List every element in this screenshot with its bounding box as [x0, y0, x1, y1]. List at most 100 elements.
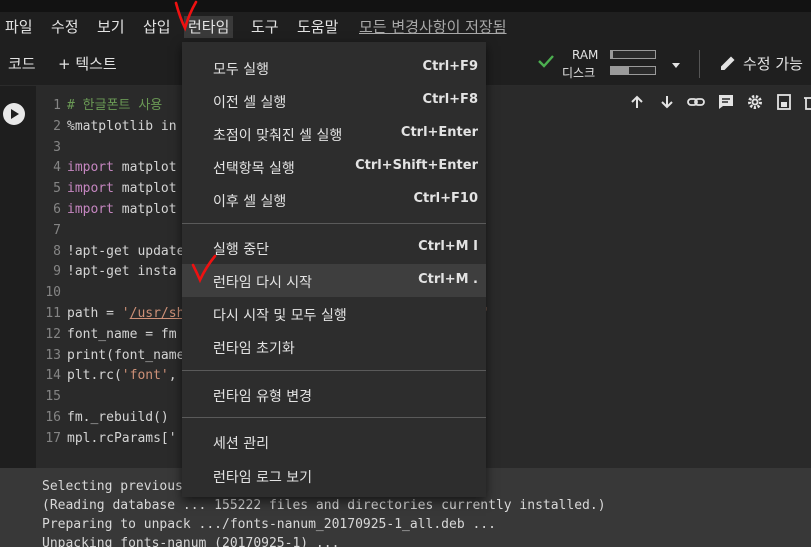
menu-view[interactable]: 보기	[97, 16, 125, 38]
code-token: ,	[168, 368, 177, 384]
code-line: 13 print(font_name	[36, 345, 184, 366]
ram-label: RAM	[572, 48, 599, 62]
runtime-menu-item[interactable]: 런타임 유형 변경	[182, 378, 486, 411]
line-number: 3	[53, 139, 61, 155]
runtime-menu: 모두 실행 Ctrl+F9 이전 셀 실행 Ctrl+F8 초점이 맞춰진 셀 실행 Ct…	[182, 42, 486, 497]
delete-icon[interactable]	[800, 94, 811, 114]
runtime-menu-item[interactable]: 런타임 다시 시작 Ctrl+M .	[182, 264, 486, 297]
line-number: 13	[45, 347, 61, 363]
annotation-check-restart	[191, 254, 217, 284]
gear-icon[interactable]	[746, 94, 764, 114]
menu-separator	[182, 223, 486, 224]
code-line: 17 mpl.rcParams['	[36, 428, 177, 449]
link-icon[interactable]	[687, 94, 705, 114]
menu-insert[interactable]: 삽입	[143, 16, 171, 38]
code-line: 16 fm._rebuild()	[36, 407, 169, 428]
menu-item-shortcut: Ctrl+M I	[418, 239, 478, 254]
line-number: 10	[45, 285, 61, 301]
arrow-up-icon[interactable]	[628, 94, 646, 114]
output-line: Unpacking fonts-nanum (20170925-1) ...	[42, 536, 340, 547]
arrow-down-icon[interactable]	[658, 94, 676, 114]
code-token: mpl.rcParams['	[67, 430, 177, 446]
line-number: 15	[45, 389, 61, 405]
code-token: import	[67, 160, 114, 176]
code-token: import	[67, 181, 114, 197]
line-number: 6	[53, 202, 61, 217]
code-line: 6 import matplot	[36, 199, 177, 220]
connected-check-icon	[536, 51, 556, 75]
comment-icon[interactable]	[717, 94, 735, 114]
code-line: 15	[36, 386, 67, 407]
line-number: 9	[53, 264, 61, 280]
code-token: matplot	[113, 202, 177, 217]
menu-item-label: 모두 실행	[213, 62, 269, 78]
top-strip	[0, 0, 811, 12]
line-number: 4	[53, 160, 61, 176]
menu-file[interactable]: 파일	[5, 16, 33, 38]
code-line: 5 import matplot	[36, 178, 176, 199]
line-number: 11	[45, 306, 61, 321]
runtime-menu-item[interactable]: 세션 관리	[182, 425, 486, 458]
menu-edit[interactable]: 수정	[51, 16, 79, 38]
code-token: font_name = fm	[67, 326, 177, 342]
save-status-link[interactable]: 모든 변경사항이 저장됨	[359, 16, 507, 38]
menu-item-label: 런타임 다시 시작	[213, 275, 313, 291]
menu-item-shortcut: Ctrl+F8	[422, 92, 478, 107]
runtime-menu-item[interactable]: 선택항목 실행 Ctrl+Shift+Enter	[182, 150, 486, 183]
runtime-menu-item[interactable]: 이후 셀 실행 Ctrl+F10	[182, 183, 486, 216]
code-line: 2 %matplotlib in	[36, 116, 177, 137]
menu-item-shortcut: Ctrl+Shift+Enter	[355, 158, 478, 173]
edit-mode-button[interactable]: 수정 가능	[743, 53, 803, 74]
code-token: %matplotlib in	[67, 118, 177, 134]
add-text-button[interactable]: + 텍스트	[58, 53, 117, 74]
code-token: path =	[67, 306, 122, 321]
runtime-menu-item[interactable]: 모두 실행 Ctrl+F9	[182, 51, 486, 84]
code-line: 4 import matplot	[36, 157, 177, 178]
runtime-menu-item[interactable]: 초점이 맞춰진 셀 실행 Ctrl+Enter	[182, 117, 486, 150]
runtime-menu-item[interactable]: 다시 시작 및 모두 실행	[182, 297, 486, 330]
annotation-check-top	[174, 0, 198, 32]
line-number: 7	[53, 222, 61, 238]
menu-item-label: 세션 관리	[213, 436, 269, 452]
line-number: 16	[45, 410, 61, 425]
toolbar-divider	[699, 50, 700, 78]
code-token: 'font'	[121, 368, 169, 384]
menu-bar: 파일 수정 보기 삽입 런타임 도구 도움말 모든 변경사항이 저장됨	[0, 12, 811, 42]
menu-item-label: 다시 시작 및 모두 실행	[213, 308, 347, 324]
menu-item-shortcut: Ctrl+F9	[422, 59, 478, 74]
annotation-check-top-stroke	[174, 0, 198, 32]
runtime-menu-item[interactable]: 런타임 초기화	[182, 330, 486, 363]
menu-item-label: 런타임 로그 보기	[213, 470, 313, 486]
code-token: # 한글폰트 사용	[67, 98, 163, 113]
disk-bar	[610, 66, 656, 75]
menu-help[interactable]: 도움말	[297, 16, 338, 38]
ram-bar-fill	[611, 51, 614, 58]
code-line: 3	[36, 137, 67, 158]
runtime-menu-item[interactable]: 이전 셀 실행 Ctrl+F8	[182, 84, 486, 117]
menu-item-label: 이전 셀 실행	[213, 95, 287, 111]
code-token: '	[121, 306, 130, 321]
code-token: matplot	[113, 160, 177, 176]
menu-item-label: 이후 셀 실행	[213, 194, 287, 210]
runtime-menu-item[interactable]: 실행 중단 Ctrl+M I	[182, 231, 486, 264]
add-code-button[interactable]: 코드	[8, 53, 36, 74]
code-token: fm._rebuild()	[67, 410, 169, 425]
menu-item-shortcut: Ctrl+M .	[418, 272, 478, 287]
menu-item-label: 초점이 맞춰진 셀 실행	[213, 128, 343, 144]
line-number: 5	[53, 181, 61, 197]
code-line: 7	[36, 220, 67, 241]
mirror-cell-icon[interactable]	[775, 94, 793, 114]
line-number: 1	[53, 98, 61, 113]
disk-bar-fill	[611, 67, 629, 74]
resources-dropdown-icon[interactable]	[670, 56, 682, 75]
run-cell-button[interactable]	[3, 103, 25, 125]
menu-separator	[182, 417, 486, 418]
code-line: 8 !apt-get update	[36, 241, 184, 262]
menu-item-label: 실행 중단	[213, 242, 269, 258]
code-token: !apt-get insta	[67, 264, 177, 280]
cell-gutter	[0, 86, 32, 468]
code-token: plt.rc(	[67, 368, 122, 384]
menu-tools[interactable]: 도구	[251, 16, 279, 38]
line-number: 8	[53, 243, 61, 259]
runtime-menu-item[interactable]: 런타임 로그 보기	[182, 459, 486, 492]
